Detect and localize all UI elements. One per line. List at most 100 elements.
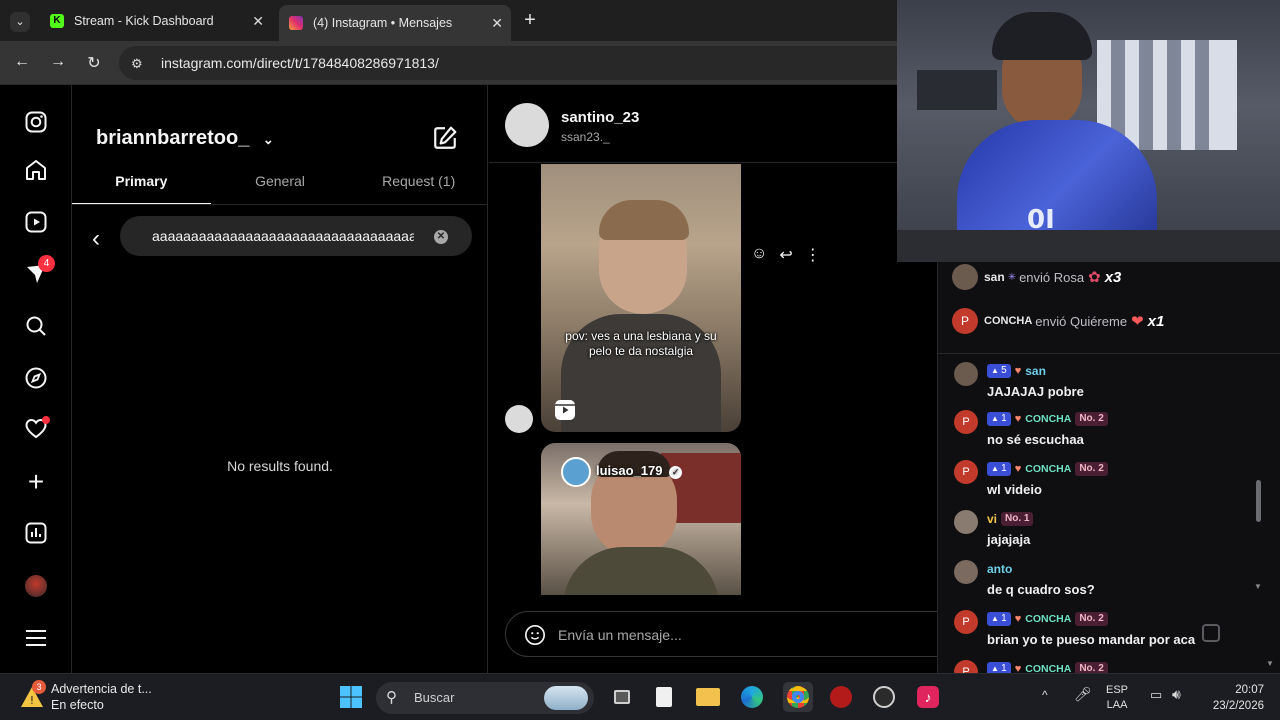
scroll-down-arrow-icon[interactable]: ▼ — [1266, 659, 1274, 668]
scroll-down-arrow-icon[interactable]: ▼ — [1254, 582, 1262, 591]
chat-username[interactable]: san — [1025, 364, 1046, 378]
message-meta: ▲ 1 ♥ CONCHA No. 2 — [987, 612, 1108, 626]
language-indicator[interactable]: ESP LAA — [1106, 683, 1128, 713]
gift-user: san — [984, 270, 1005, 284]
notifications-heart-icon[interactable] — [23, 416, 50, 442]
chat-emote-icon[interactable] — [1202, 624, 1220, 642]
explore-compass-icon[interactable] — [23, 365, 49, 391]
chat-panel: santino_23 ssan23._ pov: ves a una lesbi… — [489, 85, 965, 673]
edge-browser-icon[interactable] — [739, 684, 765, 710]
contact-avatar[interactable] — [505, 103, 549, 147]
kick-logo-icon: K — [50, 14, 64, 28]
task-view-icon[interactable] — [609, 684, 635, 710]
avatar[interactable] — [954, 362, 978, 386]
notepad-icon[interactable] — [651, 684, 677, 710]
search-input[interactable]: aaaaaaaaaaaaaaaaaaaaaaaaaaaaaaaaaaaa ✕ — [120, 216, 472, 256]
new-message-icon[interactable] — [432, 125, 458, 156]
back-chevron-icon[interactable]: ‹ — [92, 225, 100, 253]
reload-icon[interactable]: ↻ — [84, 53, 104, 73]
chat-username[interactable]: vi — [987, 512, 997, 526]
message-meta: ▲ 1 ♥ CONCHA No. 2 — [987, 462, 1108, 476]
tab-title: (4) Instagram • Mensajes — [313, 16, 453, 30]
chat-username[interactable]: CONCHA — [1025, 613, 1071, 625]
avatar[interactable] — [954, 510, 978, 534]
tiktok-icon[interactable]: ♪ — [915, 684, 941, 710]
forward-arrow-icon[interactable]: → — [48, 53, 68, 71]
reels-icon[interactable] — [23, 209, 49, 235]
emoji-picker-icon[interactable] — [524, 624, 546, 651]
subscriber-triangle-icon: ▲ — [991, 414, 1002, 423]
gift-action: envió Rosa — [1019, 269, 1085, 285]
home-icon[interactable] — [23, 157, 49, 183]
instagram-icon[interactable] — [23, 109, 49, 135]
avatar[interactable]: P — [954, 610, 978, 634]
tab-requests[interactable]: Request (1) — [349, 173, 488, 204]
microphone-icon[interactable]: 🎤︎ — [1074, 686, 1092, 703]
chat-username[interactable]: anto — [987, 562, 1012, 576]
rank-badge: No. 2 — [1075, 612, 1108, 626]
taskbar-search[interactable]: ⚲ Buscar — [376, 682, 594, 714]
obs-icon[interactable] — [871, 684, 897, 710]
chat-message-text: brian yo te pueso mandar por aca — [987, 632, 1196, 647]
contact-name[interactable]: santino_23 — [561, 109, 639, 126]
account-username: briannbarretoo_ — [96, 127, 250, 149]
network-icon[interactable]: ▭ — [1150, 687, 1162, 703]
avatar[interactable]: P — [954, 410, 978, 434]
subscriber-badge: ▲ 1 — [987, 612, 1011, 626]
tab-primary[interactable]: Primary — [72, 173, 211, 204]
reply-icon[interactable]: ↩ — [779, 245, 792, 265]
avatar: P — [952, 308, 978, 334]
tab-instagram[interactable]: (4) Instagram • Mensajes ✕ — [279, 5, 511, 41]
app-red-icon[interactable] — [828, 684, 854, 710]
cam-shelf — [917, 70, 997, 110]
rose-icon: ✿ — [1088, 269, 1101, 286]
taskbar-search-label: Buscar — [414, 690, 455, 705]
message-meta: ▲ 5 ♥ san — [987, 364, 1046, 378]
tab-kick-dashboard[interactable]: K Stream - Kick Dashboard ✕ — [40, 6, 272, 36]
close-tab-icon[interactable]: ✕ — [491, 15, 503, 32]
menu-hamburger-icon[interactable] — [23, 625, 49, 651]
chrome-browser-icon[interactable] — [783, 682, 813, 712]
clear-search-icon[interactable]: ✕ — [434, 230, 448, 244]
notification-title[interactable]: Advertencia de t... — [51, 682, 152, 696]
avatar[interactable] — [954, 560, 978, 584]
tab-general[interactable]: General — [211, 173, 350, 204]
message-composer[interactable]: Envía un mensaje... — [505, 611, 965, 657]
composer-placeholder: Envía un mensaje... — [558, 627, 682, 643]
url-field[interactable]: ⚙ instagram.com/direct/t/178484082869718… — [119, 46, 897, 80]
back-arrow-icon[interactable]: ← — [12, 53, 32, 71]
lang-line-1: ESP — [1106, 684, 1129, 696]
tab-list-chevron-icon[interactable]: ⌄ — [10, 12, 30, 32]
search-icon[interactable] — [23, 313, 49, 339]
chevron-down-icon: ⌄ — [262, 132, 274, 147]
avatar[interactable]: P — [954, 460, 978, 484]
subscriber-badge: ▲ 5 — [987, 364, 1011, 378]
windows-start-icon[interactable] — [338, 684, 364, 710]
more-options-icon[interactable]: ⋮ — [805, 245, 821, 265]
gifter-heart-icon: ♥ — [1014, 463, 1022, 475]
security-warning-icon[interactable]: ! 3 — [20, 680, 46, 708]
gift-event: P CONCHA envió Quiéreme ❤ x1 — [952, 308, 1164, 334]
account-switcher[interactable]: briannbarretoo_ ⌄ — [96, 127, 274, 150]
chat-scrollbar[interactable] — [1256, 480, 1261, 522]
clock[interactable]: 20:07 23/2/2026 — [1198, 682, 1264, 714]
shared-reel-1[interactable]: pov: ves a una lesbiana y su pelo te da … — [541, 164, 741, 432]
insights-chart-icon[interactable] — [23, 520, 49, 546]
file-explorer-icon[interactable] — [695, 684, 721, 710]
clock-time: 20:07 — [1235, 684, 1264, 696]
messages-icon[interactable]: 4 — [23, 255, 55, 287]
new-tab-button[interactable]: + — [520, 9, 540, 32]
profile-avatar[interactable] — [23, 573, 49, 599]
site-settings-icon[interactable]: ⚙ — [131, 56, 147, 71]
react-emoji-icon[interactable]: ☺ — [751, 245, 767, 265]
gift-count: x1 — [1147, 312, 1165, 330]
volume-icon[interactable]: 🔊︎ — [1172, 686, 1181, 703]
subscriber-triangle-icon: ▲ — [991, 464, 1002, 473]
chat-username[interactable]: CONCHA — [1025, 413, 1071, 425]
gift-action: envió Quiéreme — [1035, 313, 1128, 329]
create-plus-icon[interactable]: + — [23, 466, 49, 497]
chat-username[interactable]: CONCHA — [1025, 463, 1071, 475]
shared-reel-2[interactable]: luisao_179 ✓ — [541, 443, 741, 595]
close-tab-icon[interactable]: ✕ — [252, 13, 264, 30]
tray-chevron-icon[interactable]: ^ — [1042, 688, 1048, 702]
